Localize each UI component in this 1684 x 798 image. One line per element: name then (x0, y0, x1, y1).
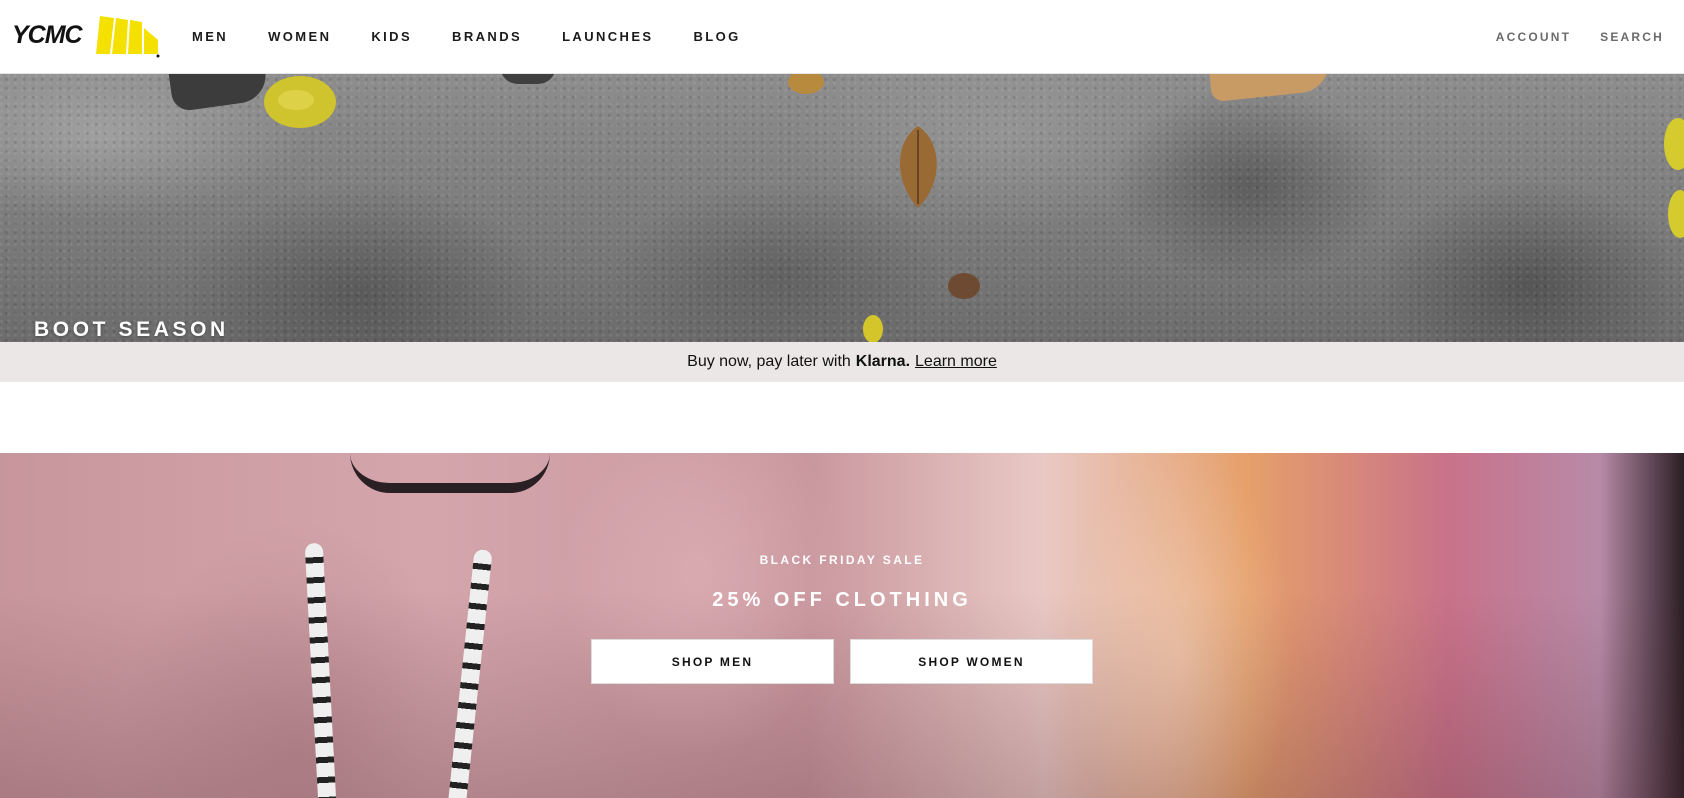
leaf-image (948, 273, 980, 299)
utility-nav: ACCOUNT SEARCH (1467, 0, 1664, 73)
klarna-text: Buy now, pay later with (687, 353, 851, 370)
nav-item-men[interactable]: MEN (192, 29, 228, 44)
main-nav: MEN WOMEN KIDS BRANDS LAUNCHES BLOG (192, 0, 781, 73)
sale-kicker: BLACK FRIDAY SALE (759, 553, 925, 567)
black-friday-banner: BLACK FRIDAY SALE 25% OFF CLOTHING SHOP … (0, 453, 1684, 798)
leaf-image (900, 126, 937, 208)
concrete-texture (0, 74, 1684, 342)
sale-content: BLACK FRIDAY SALE 25% OFF CLOTHING SHOP … (0, 453, 1684, 798)
nav-item-launches[interactable]: LAUNCHES (562, 29, 653, 44)
boot-season-banner[interactable]: BOOT SEASON (0, 74, 1684, 342)
logo-text: YCMC (12, 21, 83, 49)
sale-title: 25% OFF CLOTHING (712, 589, 972, 611)
nav-item-women[interactable]: WOMEN (268, 29, 331, 44)
klarna-brand: Klarna. (855, 353, 911, 370)
leaf-image (264, 76, 336, 128)
leaf-image (1664, 118, 1684, 238)
leaf-image (788, 74, 824, 94)
logo-bars-icon (96, 16, 160, 58)
nav-item-blog[interactable]: BLOG (694, 29, 741, 44)
ycmc-logo[interactable]: YCMC (12, 14, 160, 58)
search-link[interactable]: SEARCH (1600, 30, 1664, 44)
account-link[interactable]: ACCOUNT (1496, 30, 1571, 44)
shop-men-button[interactable]: SHOP MEN (591, 639, 834, 684)
sale-buttons: SHOP MEN SHOP WOMEN (583, 639, 1101, 684)
klarna-learn-more-link[interactable]: Learn more (915, 353, 997, 371)
nav-item-brands[interactable]: BRANDS (452, 29, 522, 44)
klarna-banner: Buy now, pay later with Klarna. Learn mo… (0, 342, 1684, 382)
site-header: YCMC MEN WOMEN KIDS BRANDS LAUNCHES BLOG… (0, 0, 1684, 74)
boot-season-title: BOOT SEASON (34, 318, 229, 341)
nav-item-kids[interactable]: KIDS (371, 29, 412, 44)
shop-women-button[interactable]: SHOP WOMEN (850, 639, 1093, 684)
leaf-image (863, 315, 883, 342)
